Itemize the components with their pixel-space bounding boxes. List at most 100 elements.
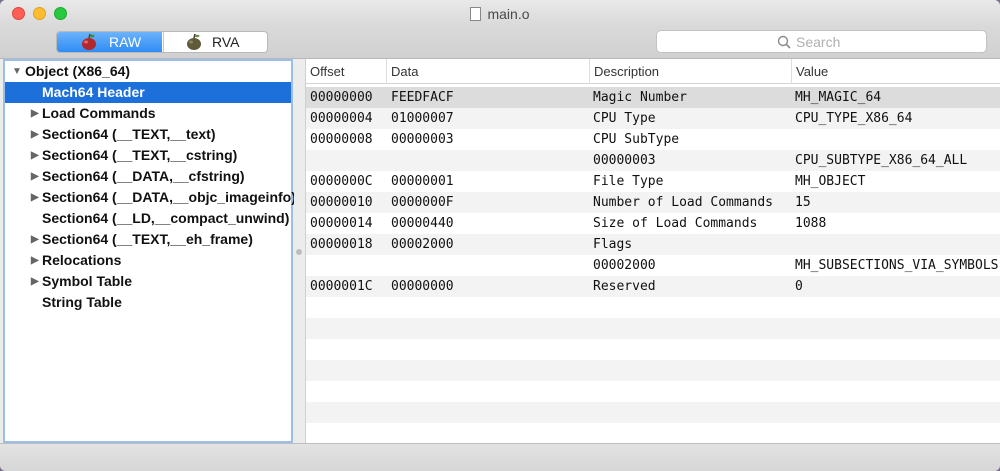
table-cell: CPU Type bbox=[593, 111, 656, 126]
table-cell: 00000003 bbox=[593, 153, 656, 168]
tree-item-label: String Table bbox=[42, 294, 122, 310]
tree-item-label: Section64 (__DATA,__cfstring) bbox=[42, 168, 245, 184]
tree-item-section-cstring[interactable]: ▶ Section64 (__TEXT,__cstring) bbox=[5, 145, 291, 166]
tree-item-label: Section64 (__TEXT,__text) bbox=[42, 126, 216, 142]
search-placeholder-group: Search bbox=[777, 34, 840, 50]
table-row[interactable] bbox=[306, 360, 1000, 381]
tree-item-label: Relocations bbox=[42, 252, 122, 268]
column-header-data[interactable]: Data bbox=[387, 59, 590, 84]
tree-item-label: Section64 (__DATA,__objc_imageinfo) bbox=[42, 189, 296, 205]
disclosure-collapsed-icon[interactable]: ▶ bbox=[31, 103, 39, 124]
tree-item-object[interactable]: ▼ Object (X86_64) bbox=[5, 61, 291, 82]
disclosure-collapsed-icon[interactable]: ▶ bbox=[31, 124, 39, 145]
tree-item-section-eh-frame[interactable]: ▶ Section64 (__TEXT,__eh_frame) bbox=[5, 229, 291, 250]
table-row[interactable]: 00000014 00000440 Size of Load Commands 108… bbox=[306, 213, 1000, 234]
table-row[interactable]: 0000001C 00000000 Reserved 0 bbox=[306, 276, 1000, 297]
tree-item-section-objc-imageinfo[interactable]: ▶ Section64 (__DATA,__objc_imageinfo) bbox=[5, 187, 296, 208]
table-cell: CPU_TYPE_X86_64 bbox=[795, 111, 913, 126]
window-title: main.o bbox=[0, 6, 1000, 22]
search-placeholder: Search bbox=[796, 34, 841, 50]
table-cell: 01000007 bbox=[391, 111, 454, 126]
table-cell: 00000001 bbox=[391, 174, 454, 189]
tree-item-label: Section64 (__TEXT,__cstring) bbox=[42, 147, 238, 163]
search-icon bbox=[777, 35, 791, 49]
address-mode-segmented-control: RAW RVA bbox=[56, 31, 268, 53]
table-row[interactable]: 00000004 01000007 CPU Type CPU_TYPE_X86_64 bbox=[306, 108, 1000, 129]
table-row[interactable]: 00000018 00002000 Flags bbox=[306, 234, 1000, 255]
apple-rva-icon bbox=[187, 33, 201, 50]
table-row[interactable] bbox=[306, 402, 1000, 423]
tree-item-section-text[interactable]: ▶ Section64 (__TEXT,__text) bbox=[5, 124, 291, 145]
tree-item-string-table[interactable]: String Table bbox=[5, 292, 291, 313]
table-cell: 00000018 bbox=[310, 237, 373, 252]
divider-handle-icon[interactable] bbox=[296, 249, 302, 255]
table-cell: 0 bbox=[795, 279, 803, 294]
table-cell: Size of Load Commands bbox=[593, 216, 758, 231]
table-row[interactable]: 00000010 0000000F Number of Load Commands 1… bbox=[306, 192, 1000, 213]
table-row[interactable]: 0000000C 00000001 File Type MH_OBJECT bbox=[306, 171, 1000, 192]
raw-mode-label: RAW bbox=[109, 34, 142, 50]
title-bar: main.o bbox=[0, 0, 1000, 28]
toolbar: RAW RVA Search bbox=[0, 28, 1000, 59]
column-header-offset[interactable]: Offset bbox=[306, 59, 387, 84]
structure-tree[interactable]: ▼ Object (X86_64) Mach64 Header ▶ Load C… bbox=[3, 59, 296, 443]
table-header: Offset Data Description Value bbox=[306, 59, 1000, 84]
column-header-description[interactable]: Description bbox=[590, 59, 792, 84]
disclosure-collapsed-icon[interactable]: ▶ bbox=[31, 229, 39, 250]
table-cell: 00002000 bbox=[593, 258, 656, 273]
rva-mode-button[interactable]: RVA bbox=[163, 32, 267, 52]
table-row[interactable] bbox=[306, 381, 1000, 402]
table-cell: MH_SUBSECTIONS_VIA_SYMBOLS bbox=[795, 258, 999, 273]
table-cell: 00000000 bbox=[391, 279, 454, 294]
table-cell: CPU_SUBTYPE_X86_64_ALL bbox=[795, 153, 968, 168]
table-cell: 00002000 bbox=[391, 237, 454, 252]
window-title-text: main.o bbox=[487, 6, 530, 22]
table-cell: Magic Number bbox=[593, 90, 687, 105]
disclosure-collapsed-icon[interactable]: ▶ bbox=[31, 187, 39, 208]
app-window: main.o RAW RVA Search ▼ Object (X86_64) … bbox=[0, 0, 1000, 471]
tree-item-label: Load Commands bbox=[42, 105, 156, 121]
search-field[interactable]: Search bbox=[656, 30, 987, 53]
tree-item-relocations[interactable]: ▶ Relocations bbox=[5, 250, 291, 271]
tree-item-symbol-table[interactable]: ▶ Symbol Table bbox=[5, 271, 291, 292]
table-cell: Reserved bbox=[593, 279, 656, 294]
table-row[interactable]: 00002000 MH_SUBSECTIONS_VIA_SYMBOLS bbox=[306, 255, 1000, 276]
tree-item-label: Symbol Table bbox=[42, 273, 132, 289]
raw-mode-button[interactable]: RAW bbox=[57, 32, 162, 52]
table-cell: 00000014 bbox=[310, 216, 373, 231]
table-row[interactable]: 00000008 00000003 CPU SubType bbox=[306, 129, 1000, 150]
table-cell: 00000010 bbox=[310, 195, 373, 210]
table-cell: 00000008 bbox=[310, 132, 373, 147]
table-row[interactable] bbox=[306, 297, 1000, 318]
table-cell: Flags bbox=[593, 237, 633, 252]
tree-item-label: Section64 (__TEXT,__eh_frame) bbox=[42, 231, 253, 247]
table-row[interactable] bbox=[306, 318, 1000, 339]
tree-item-section-compact-unwind[interactable]: Section64 (__LD,__compact_unwind) bbox=[5, 208, 291, 229]
table-row[interactable]: 00000003 CPU_SUBTYPE_X86_64_ALL bbox=[306, 150, 1000, 171]
rva-mode-label: RVA bbox=[212, 34, 240, 50]
disclosure-collapsed-icon[interactable]: ▶ bbox=[31, 166, 39, 187]
tree-item-section-cfstring[interactable]: ▶ Section64 (__DATA,__cfstring) bbox=[5, 166, 291, 187]
tree-item-label: Mach64 Header bbox=[42, 84, 145, 100]
disclosure-expanded-icon[interactable]: ▼ bbox=[12, 61, 22, 82]
tree-item-label: Object (X86_64) bbox=[25, 63, 131, 79]
table-row[interactable] bbox=[306, 423, 1000, 443]
table-cell: 0000000C bbox=[310, 174, 373, 189]
tree-item-mach64-header[interactable]: Mach64 Header bbox=[5, 82, 291, 103]
column-header-value[interactable]: Value bbox=[792, 59, 1000, 84]
table-cell: 1088 bbox=[795, 216, 827, 231]
table-row[interactable]: 00000000 FEEDFACF Magic Number MH_MAGIC_64 bbox=[306, 87, 1000, 108]
tree-item-load-commands[interactable]: ▶ Load Commands bbox=[5, 103, 291, 124]
table-cell: File Type bbox=[593, 174, 664, 189]
table-cell: 00000000 bbox=[310, 90, 373, 105]
table-cell: 00000003 bbox=[391, 132, 454, 147]
disclosure-collapsed-icon[interactable]: ▶ bbox=[31, 271, 39, 292]
disclosure-collapsed-icon[interactable]: ▶ bbox=[31, 250, 39, 271]
disclosure-collapsed-icon[interactable]: ▶ bbox=[31, 145, 39, 166]
table-cell: CPU SubType bbox=[593, 132, 680, 147]
split-view-divider[interactable] bbox=[294, 59, 304, 443]
table-cell: 15 bbox=[795, 195, 811, 210]
table-cell: 0000000F bbox=[391, 195, 454, 210]
table-row[interactable] bbox=[306, 339, 1000, 360]
document-icon bbox=[470, 7, 482, 21]
